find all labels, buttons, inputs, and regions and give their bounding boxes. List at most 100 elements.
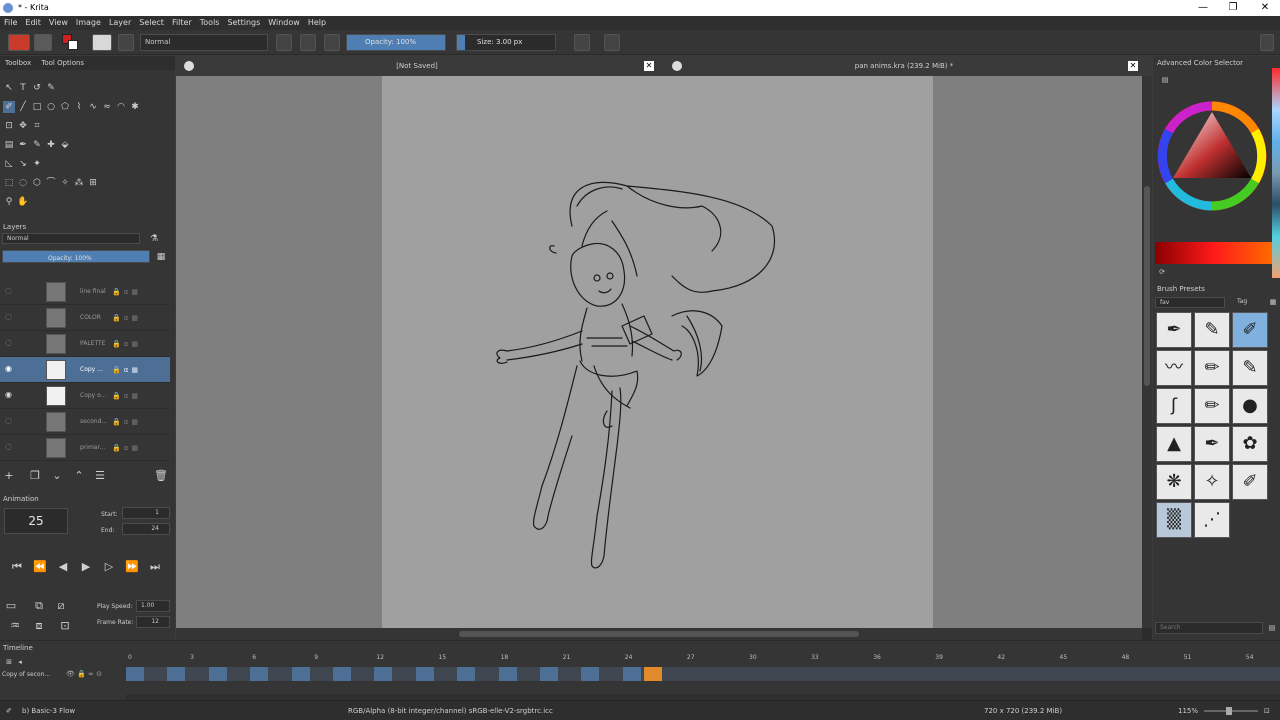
layer-flags-icon[interactable]: 🔒α▦: [112, 366, 141, 374]
visibility-icon[interactable]: ◌: [5, 339, 13, 347]
color-selector-settings-icon[interactable]: ▤: [1159, 74, 1171, 86]
menu-view[interactable]: View: [45, 16, 72, 30]
rect-select-icon[interactable]: ⬚: [3, 177, 15, 189]
document-tab-not-saved[interactable]: [Not Saved] ✕: [176, 56, 658, 76]
canvas-viewport[interactable]: [176, 76, 1142, 628]
reference-icon[interactable]: ✦: [31, 158, 43, 170]
timeline-keyframe[interactable]: [415, 667, 434, 681]
brush-preset-fill[interactable]: ▲: [1156, 426, 1192, 462]
visibility-icon[interactable]: ◉: [5, 391, 13, 399]
brush-preset-ink[interactable]: ✒: [1156, 312, 1192, 348]
background-color-swatch[interactable]: [68, 40, 78, 50]
visibility-icon[interactable]: ◌: [5, 313, 13, 321]
dynamic-brush-icon[interactable]: ◠: [115, 101, 127, 113]
brush-menu-icon[interactable]: ▤: [1266, 622, 1278, 634]
brush-preset-pencil[interactable]: ✏: [1194, 350, 1230, 386]
visibility-icon[interactable]: ◌: [5, 287, 13, 295]
hamburger-menu-icon[interactable]: [1260, 34, 1274, 51]
brush-view-icon[interactable]: ▦: [1267, 296, 1279, 308]
brush-preset-dotted[interactable]: ⋰: [1194, 502, 1230, 538]
layer-flags-icon[interactable]: 🔒α▦: [112, 444, 141, 452]
menu-tools[interactable]: Tools: [196, 16, 224, 30]
blend-mode-select[interactable]: Normal: [140, 34, 268, 51]
crop-icon[interactable]: ⌗: [31, 120, 43, 132]
menu-settings[interactable]: Settings: [223, 16, 264, 30]
timeline-keyframe[interactable]: [622, 667, 641, 681]
freehand-path-icon[interactable]: ≈: [101, 101, 113, 113]
layer-flags-icon[interactable]: 🔒α▦: [112, 392, 141, 400]
brush-preset-marker[interactable]: 〰: [1156, 350, 1192, 386]
brush-search-input[interactable]: Search: [1155, 622, 1263, 634]
menu-filter[interactable]: Filter: [168, 16, 196, 30]
gradient-icon[interactable]: ▤: [3, 139, 15, 151]
timeline-keyframe[interactable]: [540, 667, 558, 681]
ellipse-select-icon[interactable]: ◌: [17, 177, 29, 189]
line-icon[interactable]: ╱: [17, 101, 29, 113]
pattern-button[interactable]: [34, 34, 52, 51]
move-down-icon[interactable]: ⌄: [50, 469, 64, 483]
filter-icon[interactable]: ⚗: [148, 233, 160, 245]
brush-preset-blue-pencil[interactable]: ✎: [1232, 350, 1268, 386]
fullscreen-icon[interactable]: ⊡: [1264, 707, 1270, 715]
tag-label[interactable]: Tag: [1237, 298, 1247, 305]
horizontal-scrollbar[interactable]: [176, 628, 1142, 640]
layer-row[interactable]: ◌ COLOR 🔒α▦: [0, 305, 170, 331]
document-tab-pan-anims[interactable]: pan anims.kra (239.2 MiB) * ✕: [666, 56, 1142, 76]
maximize-icon[interactable]: ❐: [1218, 0, 1248, 16]
layer-options-icon[interactable]: ☰: [93, 469, 107, 483]
bezier-select-icon[interactable]: ⊞: [87, 177, 99, 189]
render-icon[interactable]: ⊡: [58, 619, 72, 633]
layer-blend-mode-select[interactable]: Normal: [2, 233, 140, 244]
menu-select[interactable]: Select: [135, 16, 168, 30]
brush-preset-soft[interactable]: ▒: [1156, 502, 1192, 538]
timeline-keyframe[interactable]: [250, 667, 269, 681]
next-frame-icon[interactable]: ▷: [102, 560, 116, 574]
menu-help[interactable]: Help: [304, 16, 330, 30]
vertical-scroll-thumb[interactable]: [1144, 186, 1150, 386]
mirror-horizontal-icon[interactable]: [574, 34, 590, 51]
last-frame-icon[interactable]: ⏭: [148, 560, 162, 574]
timeline-keyframe[interactable]: [374, 667, 393, 681]
similar-select-icon[interactable]: ⁂: [73, 177, 85, 189]
bezier-icon[interactable]: ∿: [87, 101, 99, 113]
current-frame-field[interactable]: 25: [4, 508, 68, 534]
timeline-layer-name[interactable]: Copy of secon...: [2, 671, 50, 678]
smart-patch-icon[interactable]: ✚: [45, 139, 57, 151]
brush-preset-yellow-pencil[interactable]: ✏: [1194, 388, 1230, 424]
layer-row[interactable]: ◌ PALETTE 🔒α▦: [0, 331, 170, 357]
zoom-slider-handle[interactable]: [1226, 707, 1232, 715]
color-picker-icon[interactable]: ✒: [17, 139, 29, 151]
timeline-keyframe[interactable]: [457, 667, 476, 681]
brush-preset-airbrush[interactable]: ✧: [1194, 464, 1230, 500]
layer-properties-icon[interactable]: ▦: [155, 251, 167, 263]
color-refresh-icon[interactable]: ⟳: [1156, 266, 1168, 278]
play-speed-field[interactable]: 1.00: [136, 600, 170, 612]
polygon-select-icon[interactable]: ⬡: [31, 177, 43, 189]
minimize-icon[interactable]: —: [1188, 0, 1218, 16]
brush-preset-selected[interactable]: ✐: [1232, 312, 1268, 348]
calligraphy-icon[interactable]: ✎: [45, 82, 57, 94]
previous-frame-icon[interactable]: ◀: [56, 560, 70, 574]
select-shapes-icon[interactable]: ↖: [3, 82, 15, 94]
move-up-icon[interactable]: ⌃: [72, 469, 86, 483]
frame-rate-field[interactable]: 12: [136, 616, 170, 628]
brush-preset-smudge[interactable]: ✐: [1232, 464, 1268, 500]
brush-preset-purple[interactable]: ✿: [1232, 426, 1268, 462]
timeline-keyframe[interactable]: [208, 667, 227, 681]
brush-preset-thick-ink[interactable]: ʃ: [1156, 388, 1192, 424]
tab-toolbox[interactable]: Toolbox: [0, 56, 36, 70]
zoom-icon[interactable]: ⚲: [3, 196, 15, 208]
reload-preset-icon[interactable]: [324, 34, 340, 51]
layer-flags-icon[interactable]: 🔒α▦: [112, 288, 141, 296]
color-history-strip[interactable]: [1272, 68, 1280, 278]
close-doc-icon[interactable]: ✕: [644, 61, 654, 71]
polygon-icon[interactable]: ⬠: [59, 101, 71, 113]
menu-edit[interactable]: Edit: [21, 16, 45, 30]
layer-row[interactable]: ◌ line final 🔒α▦: [0, 279, 170, 305]
assistant-icon[interactable]: ◺: [3, 158, 15, 170]
timeline-current-frame[interactable]: [643, 667, 662, 681]
layer-row-selected[interactable]: ◉ Copy ... 🔒α▦: [0, 357, 170, 383]
end-field[interactable]: 24: [122, 523, 170, 535]
ellipse-icon[interactable]: ○: [45, 101, 57, 113]
close-icon[interactable]: ✕: [1250, 0, 1280, 16]
